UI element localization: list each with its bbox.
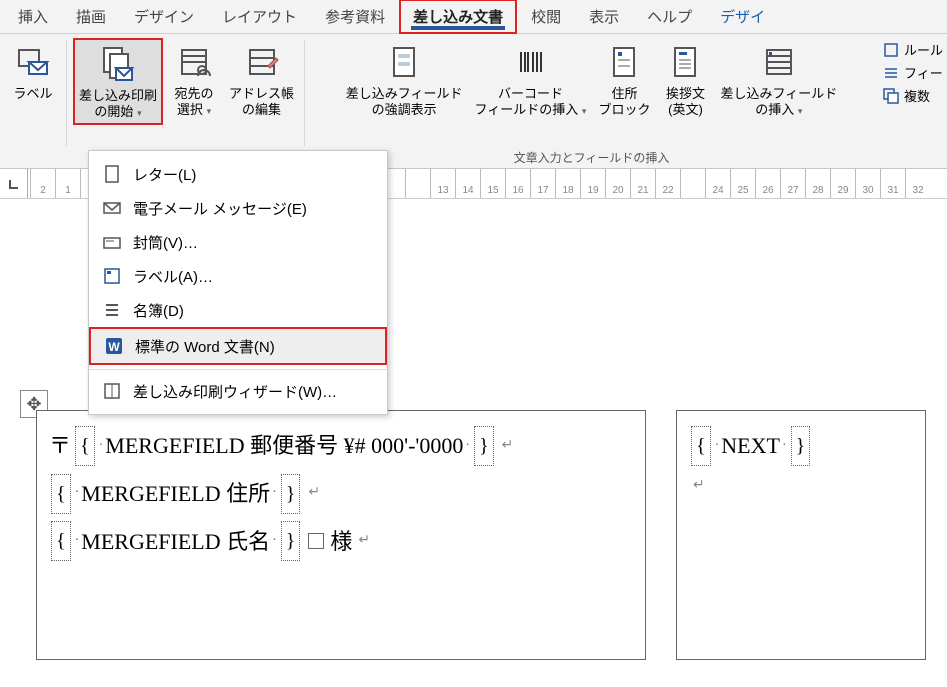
label-cell-2[interactable]: {· NEXT ·} ↵ [676, 410, 926, 660]
ruler-tick: 13 [430, 169, 455, 198]
ruler-tick: 19 [580, 169, 605, 198]
ribbon-side-mini: ルール フィー 複数 [878, 34, 947, 168]
group-write-insert: 差し込みフィールド の強調表示 バーコード フィールドの挿入 ▾ 住所 ブロック [305, 34, 878, 168]
page-icon [101, 163, 123, 185]
edit-list-icon [242, 42, 282, 82]
ribbon-body: ラベル 差し込み印刷 の開始 ▾ 宛先の 選択 ▾ [0, 34, 947, 169]
tab-mailings[interactable]: 差し込み文書 [399, 0, 517, 34]
group-start-merge: 差し込み印刷 の開始 ▾ 宛先の 選択 ▾ アドレス帳 の編集 [67, 34, 304, 168]
edit-recipients-button[interactable]: アドレス帳 の編集 [225, 38, 298, 125]
group-create: ラベル [0, 34, 66, 168]
mergefield-address: MERGEFIELD 住所 [81, 473, 270, 515]
email-icon [101, 197, 123, 219]
address-block-button[interactable]: 住所 ブロック [594, 38, 654, 121]
directory-icon [101, 299, 123, 321]
svg-text:W: W [108, 340, 120, 354]
ruler-tick: 28 [805, 169, 830, 198]
recipients-icon [174, 42, 214, 82]
ruler-tick: 14 [455, 169, 480, 198]
ruler-tick: 31 [880, 169, 905, 198]
tab-table-design[interactable]: デザイ [706, 0, 779, 34]
greeting-line-button[interactable]: 挨拶文 (英文) [658, 38, 712, 121]
ruler-tick: 17 [530, 169, 555, 198]
tab-view[interactable]: 表示 [575, 0, 633, 34]
labels-button[interactable]: ラベル [6, 38, 60, 104]
tab-insert[interactable]: 挿入 [4, 0, 62, 34]
highlight-fields-icon [384, 42, 424, 82]
label-menu-icon [101, 265, 123, 287]
multi-icon [882, 87, 900, 105]
ruler-tick: 32 [905, 169, 930, 198]
rules-button[interactable]: ルール [882, 40, 943, 59]
wizard-icon [101, 380, 123, 402]
tab-selector[interactable] [0, 169, 28, 198]
space-box [308, 533, 324, 549]
address-block-icon [604, 42, 644, 82]
document-area: 〒 {· MERGEFIELD 郵便番号 ¥# 000'-'0000 ·} ↵ … [36, 410, 947, 660]
line-address: {· MERGEFIELD 住所 ·} ↵ [49, 473, 633, 515]
ruler-tick: 2 [30, 169, 55, 198]
insert-field-icon [759, 42, 799, 82]
start-mail-merge-button[interactable]: 差し込み印刷 の開始 ▾ [73, 38, 163, 125]
select-recipients-button[interactable]: 宛先の 選択 ▾ [167, 38, 221, 125]
ruler-tick: 25 [730, 169, 755, 198]
envelope-icon [101, 231, 123, 253]
postal-prefix: 〒 [49, 425, 71, 467]
barcode-field-button[interactable]: バーコード フィールドの挿入 ▾ [471, 38, 591, 121]
tab-review[interactable]: 校閲 [517, 0, 575, 34]
barcode-icon [511, 42, 551, 82]
ruler-tick: 30 [855, 169, 880, 198]
ruler-tick: 29 [830, 169, 855, 198]
match-fields-button[interactable]: フィー [882, 63, 943, 82]
label-icon [13, 42, 53, 82]
next-field: NEXT [721, 425, 780, 467]
mergefield-postal: MERGEFIELD 郵便番号 ¥# 000'-'0000 [105, 425, 463, 467]
menu-envelope[interactable]: 封筒(V)… [89, 225, 387, 259]
ruler-tick: 1 [55, 169, 80, 198]
ruler-tick: 20 [605, 169, 630, 198]
greeting-icon [665, 42, 705, 82]
tab-design[interactable]: デザイン [120, 0, 208, 34]
menu-letter[interactable]: レター(L) [89, 157, 387, 191]
ruler-tick: 24 [705, 169, 730, 198]
tab-help[interactable]: ヘルプ [633, 0, 706, 34]
ruler-tick: 27 [780, 169, 805, 198]
mergefield-name: MERGEFIELD 氏名 [81, 521, 270, 563]
match-icon [882, 64, 900, 82]
line-next: {· NEXT ·} [689, 425, 913, 467]
menu-wizard[interactable]: 差し込み印刷ウィザード(W)… [89, 374, 387, 408]
ruler-tick: 21 [630, 169, 655, 198]
group-label-insert-fields: 文章入力とフィールドの挿入 [305, 149, 878, 166]
menu-label[interactable]: ラベル(A)… [89, 259, 387, 293]
menu-directory[interactable]: 名簿(D) [89, 293, 387, 327]
ruler-tick: 18 [555, 169, 580, 198]
start-merge-icon [98, 44, 138, 84]
ruler-tick: 26 [755, 169, 780, 198]
menu-email[interactable]: 電子メール メッセージ(E) [89, 191, 387, 225]
ribbon-tab-bar: 挿入 描画 デザイン レイアウト 参考資料 差し込み文書 校閲 表示 ヘルプ デ… [0, 0, 947, 34]
ruler-tick: 15 [480, 169, 505, 198]
tab-layout[interactable]: レイアウト [208, 0, 311, 34]
rules-icon [882, 41, 900, 59]
highlight-merge-fields-button[interactable]: 差し込みフィールド の強調表示 [342, 38, 467, 121]
insert-merge-field-button[interactable]: 差し込みフィールド の挿入 ▾ [716, 38, 841, 121]
ruler-tick [405, 169, 430, 198]
update-labels-button[interactable]: 複数 [882, 86, 943, 105]
ruler-tick: 22 [655, 169, 680, 198]
line-postal: 〒 {· MERGEFIELD 郵便番号 ¥# 000'-'0000 ·} ↵ [49, 425, 633, 467]
ruler-tick [680, 169, 705, 198]
tab-references[interactable]: 参考資料 [311, 0, 399, 34]
line-name: {· MERGEFIELD 氏名 ·} 様 ↵ [49, 521, 633, 563]
ruler-tick: 16 [505, 169, 530, 198]
word-icon: W [103, 335, 125, 357]
suffix-sama: 様 [330, 521, 352, 563]
label-cell-1[interactable]: 〒 {· MERGEFIELD 郵便番号 ¥# 000'-'0000 ·} ↵ … [36, 410, 646, 660]
tab-draw[interactable]: 描画 [62, 0, 120, 34]
start-mail-merge-menu: レター(L) 電子メール メッセージ(E) 封筒(V)… ラベル(A)… 名簿(… [88, 150, 388, 415]
menu-normal-document[interactable]: W 標準の Word 文書(N) [89, 327, 387, 365]
